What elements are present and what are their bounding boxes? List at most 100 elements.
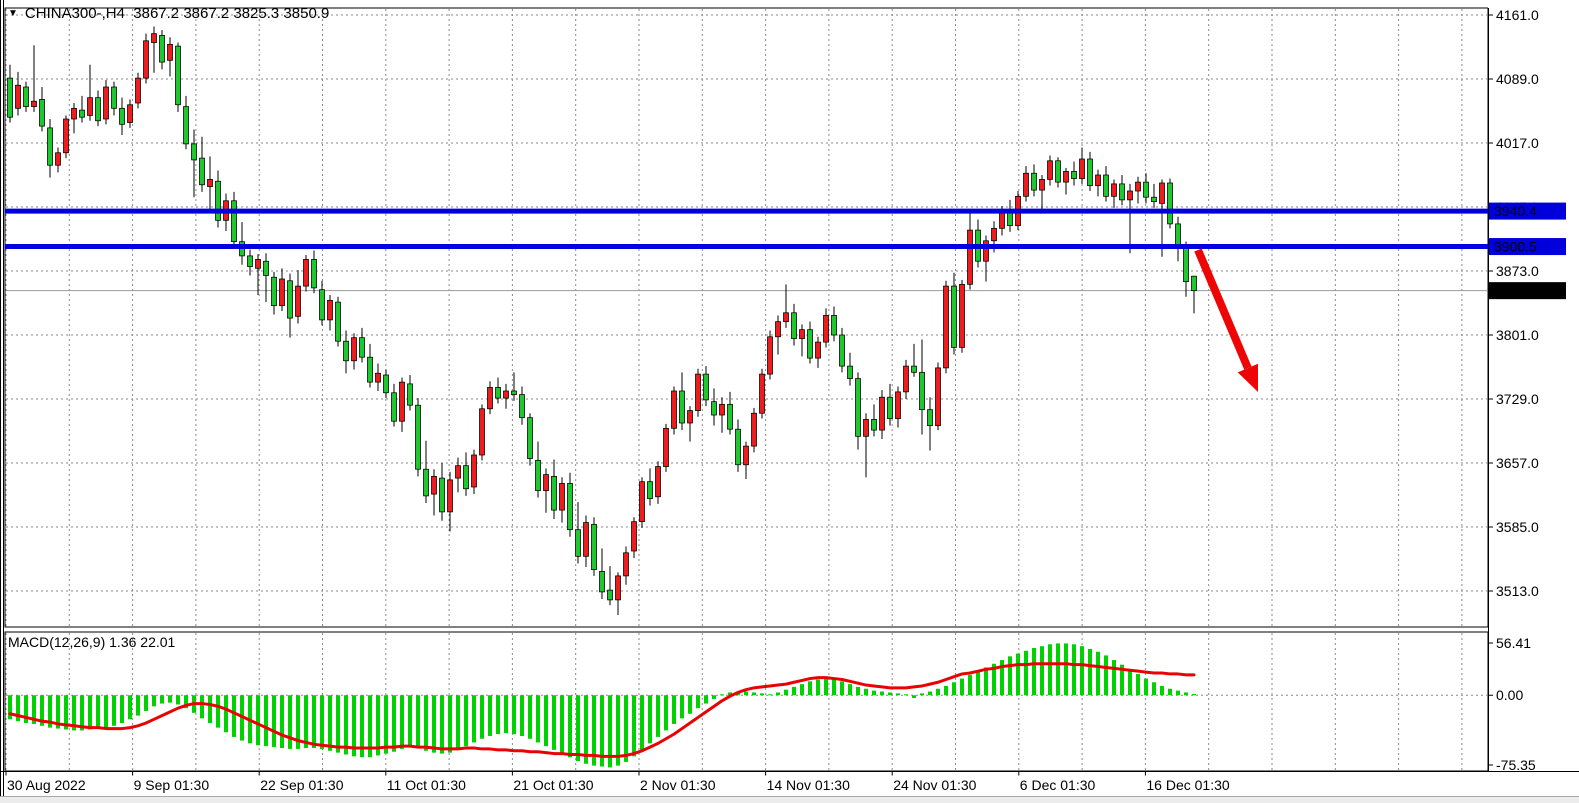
candle — [152, 34, 157, 43]
candle — [552, 476, 557, 510]
candlestick-chart[interactable]: 4161.04089.04017.03945.03873.03801.03729… — [0, 0, 1579, 803]
macd-indicator-label: MACD(12,26,9) 1.36 22.01 — [8, 634, 175, 650]
candle — [736, 429, 741, 465]
candle — [272, 277, 277, 305]
candle — [400, 382, 405, 421]
candle — [392, 393, 397, 421]
candle — [560, 483, 565, 510]
candle — [752, 413, 757, 446]
candle — [592, 524, 597, 569]
candle — [472, 455, 477, 487]
candle — [784, 313, 789, 322]
time-axis-label: 30 Aug 2022 — [7, 777, 86, 793]
candle — [800, 330, 805, 339]
candle — [304, 259, 309, 286]
sr-price-tag-text: 3940.4 — [1494, 203, 1537, 219]
candle — [728, 404, 733, 429]
chart-title: ▼CHINA300-,H4 3867.2 3867.2 3825.3 3850.… — [8, 5, 329, 22]
candle — [1040, 179, 1045, 190]
candle — [776, 322, 781, 337]
candle — [1032, 173, 1037, 190]
candle — [32, 101, 37, 106]
price-axis-label: 3729.0 — [1496, 391, 1539, 407]
candle — [72, 108, 77, 119]
candle — [288, 281, 293, 318]
candle — [336, 302, 341, 341]
candle — [840, 335, 845, 366]
candle — [496, 387, 501, 398]
candle — [744, 446, 749, 465]
price-axis-label: 3873.0 — [1496, 263, 1539, 279]
time-axis-label: 9 Sep 01:30 — [134, 777, 210, 793]
candle — [848, 366, 853, 378]
candle — [280, 279, 285, 306]
candle — [48, 128, 53, 165]
time-axis[interactable]: 30 Aug 20229 Sep 01:3022 Sep 01:3011 Oct… — [0, 772, 1579, 794]
candle — [912, 366, 917, 372]
candle — [1120, 184, 1125, 200]
candle — [80, 110, 85, 117]
candle — [456, 466, 461, 478]
candle — [248, 256, 253, 267]
candle — [448, 480, 453, 512]
candle — [352, 338, 357, 361]
candle — [368, 357, 373, 382]
time-axis-label: 24 Nov 01:30 — [893, 777, 976, 793]
candle — [1056, 161, 1061, 182]
candle — [1000, 212, 1005, 228]
candle — [936, 368, 941, 426]
candle — [1136, 182, 1141, 191]
candle — [656, 467, 661, 497]
time-axis-label: 6 Dec 01:30 — [1020, 777, 1096, 793]
dropdown-icon[interactable]: ▼ — [8, 8, 18, 19]
candle — [688, 411, 693, 423]
candle — [1160, 183, 1165, 203]
candle — [1128, 191, 1133, 200]
candle — [168, 44, 173, 60]
time-axis-label: 22 Sep 01:30 — [260, 777, 344, 793]
candle — [384, 375, 389, 393]
candle — [200, 158, 205, 185]
candle — [1104, 175, 1109, 196]
candle — [24, 87, 29, 107]
candle — [1112, 184, 1117, 196]
candle — [408, 384, 413, 405]
candle — [464, 466, 469, 489]
sr-price-tag-text: 3900.5 — [1494, 239, 1537, 255]
candle — [1144, 182, 1149, 197]
candle — [528, 418, 533, 459]
candle — [1168, 183, 1173, 224]
candle — [424, 469, 429, 496]
candle — [664, 428, 669, 466]
candle — [112, 87, 117, 108]
candle — [864, 419, 869, 436]
candle — [1088, 159, 1093, 186]
candle — [296, 286, 301, 316]
candle — [1192, 276, 1197, 290]
candle — [680, 391, 685, 423]
candle — [856, 379, 861, 437]
candle — [792, 313, 797, 339]
candle — [568, 483, 573, 529]
candle — [256, 259, 261, 268]
candle — [96, 98, 101, 121]
candle — [576, 530, 581, 557]
candle — [600, 571, 605, 591]
time-axis-label: 2 Nov 01:30 — [640, 777, 716, 793]
candle — [232, 201, 237, 242]
price-axis[interactable]: 4161.04089.04017.03945.03873.03801.03729… — [1488, 0, 1579, 803]
candle — [360, 338, 365, 358]
candle — [512, 391, 517, 395]
candle — [1064, 171, 1069, 182]
candle — [896, 392, 901, 419]
candle — [816, 342, 821, 358]
candle — [1176, 224, 1181, 246]
candle — [624, 553, 629, 576]
candle — [808, 330, 813, 358]
candle — [120, 108, 125, 124]
candle — [312, 259, 317, 287]
candle — [344, 341, 349, 361]
main-pane — [5, 8, 1488, 627]
candle — [928, 410, 933, 426]
candle — [544, 475, 549, 491]
